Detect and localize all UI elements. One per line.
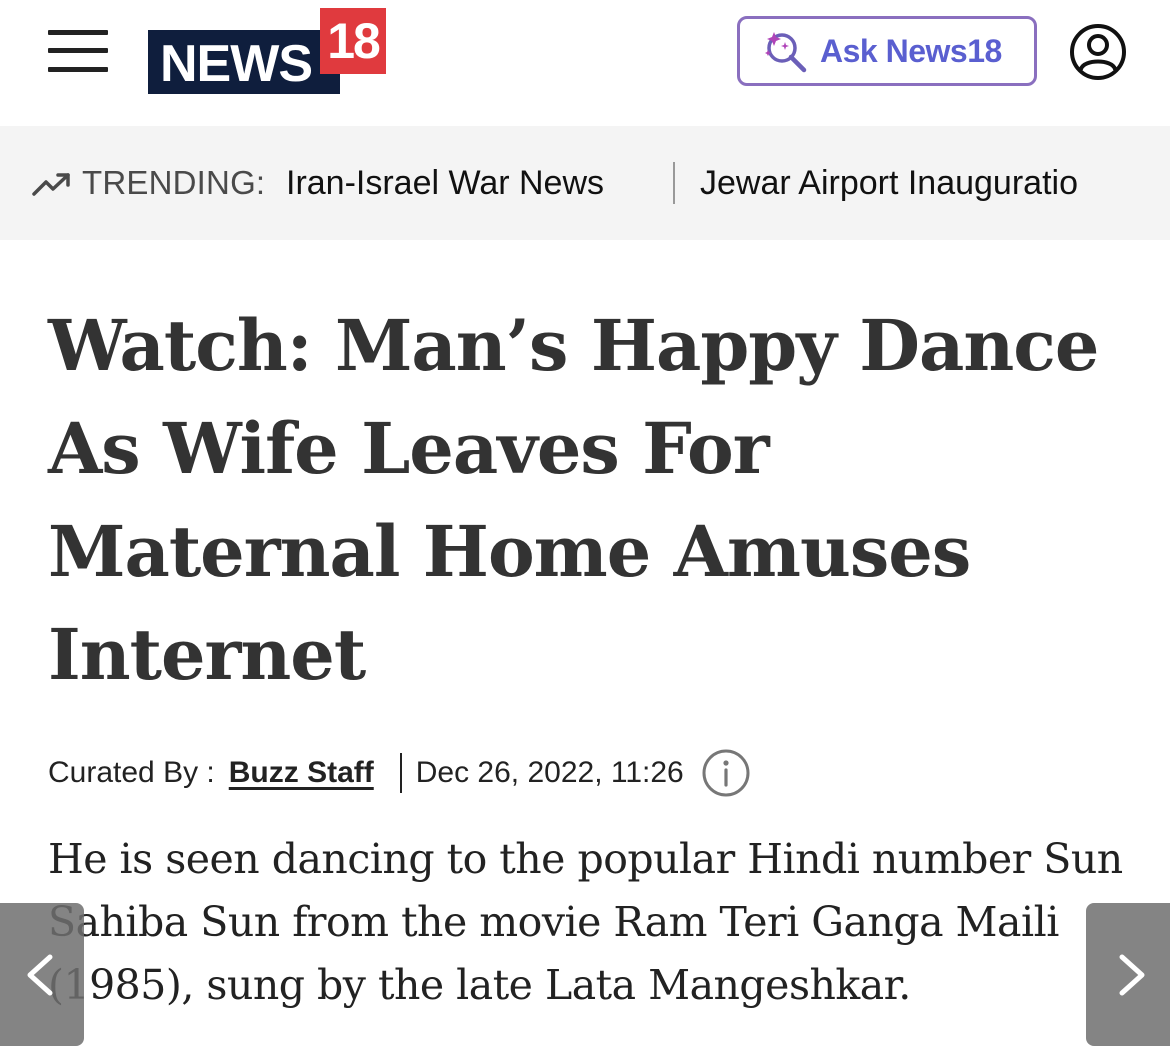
news18-logo[interactable]: NEWS 18 <box>148 8 388 94</box>
chevron-right-icon <box>1119 954 1145 996</box>
info-icon[interactable] <box>700 747 752 799</box>
author-link[interactable]: Buzz Staff <box>229 756 374 790</box>
chevron-left-icon <box>27 954 53 996</box>
article-headline: Watch: Man’s Happy Dance As Wife Leaves … <box>48 304 1099 696</box>
hamburger-menu-icon[interactable] <box>48 30 108 72</box>
logo-number: 18 <box>320 8 386 74</box>
ask-news18-button[interactable]: Ask News18 <box>737 16 1037 86</box>
byline-separator <box>399 753 402 793</box>
trending-item[interactable]: Jewar Airport Inauguratio <box>700 164 1078 203</box>
publish-date: Dec 26, 2022, 11:26 <box>415 756 684 789</box>
trending-up-icon <box>32 173 70 196</box>
next-button[interactable] <box>1086 903 1170 1046</box>
article-byline: Curated By : Buzz Staff Dec 26, 2022, 11… <box>48 748 1138 798</box>
previous-button[interactable] <box>0 903 84 1046</box>
curated-by-label: Curated By : <box>48 756 215 789</box>
article-summary: He is seen dancing to the popular Hindi … <box>48 835 1123 1009</box>
site-header: NEWS 18 Ask News18 <box>0 0 1170 126</box>
user-account-icon[interactable] <box>1068 22 1128 82</box>
ask-news18-label: Ask News18 <box>820 32 1002 69</box>
logo-word: NEWS <box>160 35 313 93</box>
trending-item[interactable]: Iran-Israel War News <box>286 164 604 203</box>
sparkle-search-icon <box>765 32 807 73</box>
trending-label: TRENDING: <box>82 164 266 201</box>
trending-bar: TRENDING: Iran-Israel War News Jewar Air… <box>0 126 1170 240</box>
trending-separator <box>673 162 675 204</box>
